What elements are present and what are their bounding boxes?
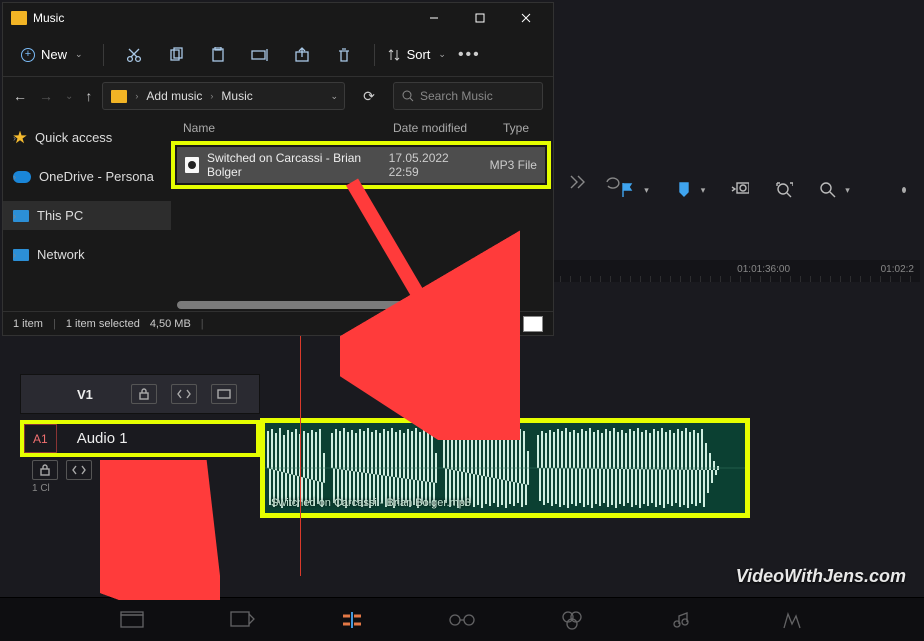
- breadcrumb-segment[interactable]: Add music: [146, 89, 202, 103]
- chevron-down-icon: ⌄: [75, 49, 83, 60]
- chevron-down-icon[interactable]: ▾: [644, 185, 649, 196]
- timeline-toolbar: ▾ ▾ ▾: [560, 170, 920, 210]
- track-name: Audio 1: [63, 424, 256, 453]
- thumbnails-view-button[interactable]: [523, 316, 543, 332]
- chevron-down-icon[interactable]: ⌄: [330, 91, 338, 102]
- refresh-button[interactable]: ⟳: [355, 88, 383, 105]
- status-count: 1 item: [13, 318, 43, 330]
- nav-tree: ›Quick access ›OneDrive - Persona ›This …: [3, 115, 171, 315]
- recent-chevron-icon[interactable]: ⌄: [65, 91, 73, 102]
- media-page-icon[interactable]: [117, 608, 147, 632]
- chevron-down-icon[interactable]: ▾: [845, 185, 850, 196]
- color-page-icon[interactable]: [557, 608, 587, 632]
- folder-icon: [111, 90, 127, 103]
- annotation-arrow-icon: [100, 460, 220, 600]
- tree-network[interactable]: ›Network: [3, 240, 171, 269]
- search-placeholder: Search Music: [420, 89, 493, 103]
- breadcrumb-segment[interactable]: Music: [221, 89, 252, 103]
- options-dot-icon[interactable]: [902, 187, 906, 193]
- status-selected: 1 item selected: [66, 318, 140, 330]
- nav-row: ← → ⌄ ↑ › Add music › Music ⌄ ⟳ Search M…: [3, 77, 553, 115]
- new-button[interactable]: + New ⌄: [13, 43, 91, 66]
- maximize-button[interactable]: [457, 3, 503, 33]
- annotation-arrow-icon: [340, 170, 520, 440]
- search-icon: [402, 90, 414, 102]
- marker-icon[interactable]: [675, 181, 693, 199]
- link-code-icon[interactable]: [171, 384, 197, 404]
- frame-icon[interactable]: [211, 384, 237, 404]
- chevron-right-icon: ›: [135, 91, 138, 101]
- column-name[interactable]: Name: [183, 121, 393, 135]
- cut-icon[interactable]: [116, 40, 152, 70]
- address-bar[interactable]: › Add music › Music ⌄: [102, 82, 345, 110]
- folder-icon: [11, 11, 27, 25]
- paste-icon[interactable]: [200, 40, 236, 70]
- column-type[interactable]: Type: [503, 121, 541, 135]
- search-icon[interactable]: [819, 181, 837, 199]
- edit-page-icon[interactable]: [337, 608, 367, 632]
- new-label: New: [41, 47, 67, 62]
- share-icon[interactable]: [284, 40, 320, 70]
- forward-button[interactable]: →: [39, 88, 53, 104]
- zoom-detail-icon[interactable]: [775, 181, 793, 199]
- copy-icon[interactable]: [158, 40, 194, 70]
- zoom-fit-icon[interactable]: [731, 181, 749, 199]
- ruler-timecode: 01:01:36:00: [737, 264, 790, 275]
- more-button[interactable]: •••: [452, 46, 487, 64]
- sort-label: Sort: [407, 47, 431, 62]
- sort-button[interactable]: Sort ⌄: [387, 47, 446, 62]
- column-date[interactable]: Date modified: [393, 121, 503, 135]
- lock-icon[interactable]: [32, 460, 58, 480]
- sort-icon: [387, 48, 401, 62]
- fusion-page-icon[interactable]: [447, 608, 477, 632]
- search-input[interactable]: Search Music: [393, 82, 543, 110]
- ruler-timecode: 01:02:2: [881, 264, 914, 275]
- rename-icon[interactable]: [242, 40, 278, 70]
- track-dest-chip[interactable]: A1: [24, 424, 57, 453]
- status-size: 4,50 MB: [150, 318, 191, 330]
- explorer-toolbar: + New ⌄ Sort ⌄ •••: [3, 33, 553, 77]
- window-title: Music: [33, 11, 411, 25]
- video-track-header[interactable]: V1: [20, 374, 260, 414]
- lock-icon[interactable]: [131, 384, 157, 404]
- delete-icon[interactable]: [326, 40, 362, 70]
- audio-track-header[interactable]: A1 Audio 1: [20, 420, 260, 457]
- minimize-button[interactable]: [411, 3, 457, 33]
- link-code-icon[interactable]: [66, 460, 92, 480]
- back-button[interactable]: ←: [13, 88, 27, 104]
- audio-file-icon: [185, 157, 199, 173]
- chevron-down-icon[interactable]: ▾: [701, 185, 706, 196]
- deliver-page-icon[interactable]: [777, 608, 807, 632]
- page-switcher: [0, 597, 924, 641]
- titlebar[interactable]: Music: [3, 3, 553, 33]
- tree-this-pc[interactable]: ›This PC: [3, 201, 171, 230]
- watermark: VideoWithJens.com: [736, 566, 906, 587]
- track-label: V1: [77, 387, 117, 402]
- cut-page-icon[interactable]: [227, 608, 257, 632]
- plus-icon: +: [21, 48, 35, 62]
- chevron-down-icon: ⌄: [438, 49, 446, 60]
- flag-marker-icon[interactable]: [618, 181, 636, 199]
- close-button[interactable]: [503, 3, 549, 33]
- tree-onedrive[interactable]: ›OneDrive - Persona: [3, 162, 171, 191]
- chevron-right-icon: ›: [210, 91, 213, 101]
- up-button[interactable]: ↑: [85, 88, 92, 104]
- fairlight-page-icon[interactable]: [667, 608, 697, 632]
- tree-quick-access[interactable]: ›Quick access: [3, 123, 171, 152]
